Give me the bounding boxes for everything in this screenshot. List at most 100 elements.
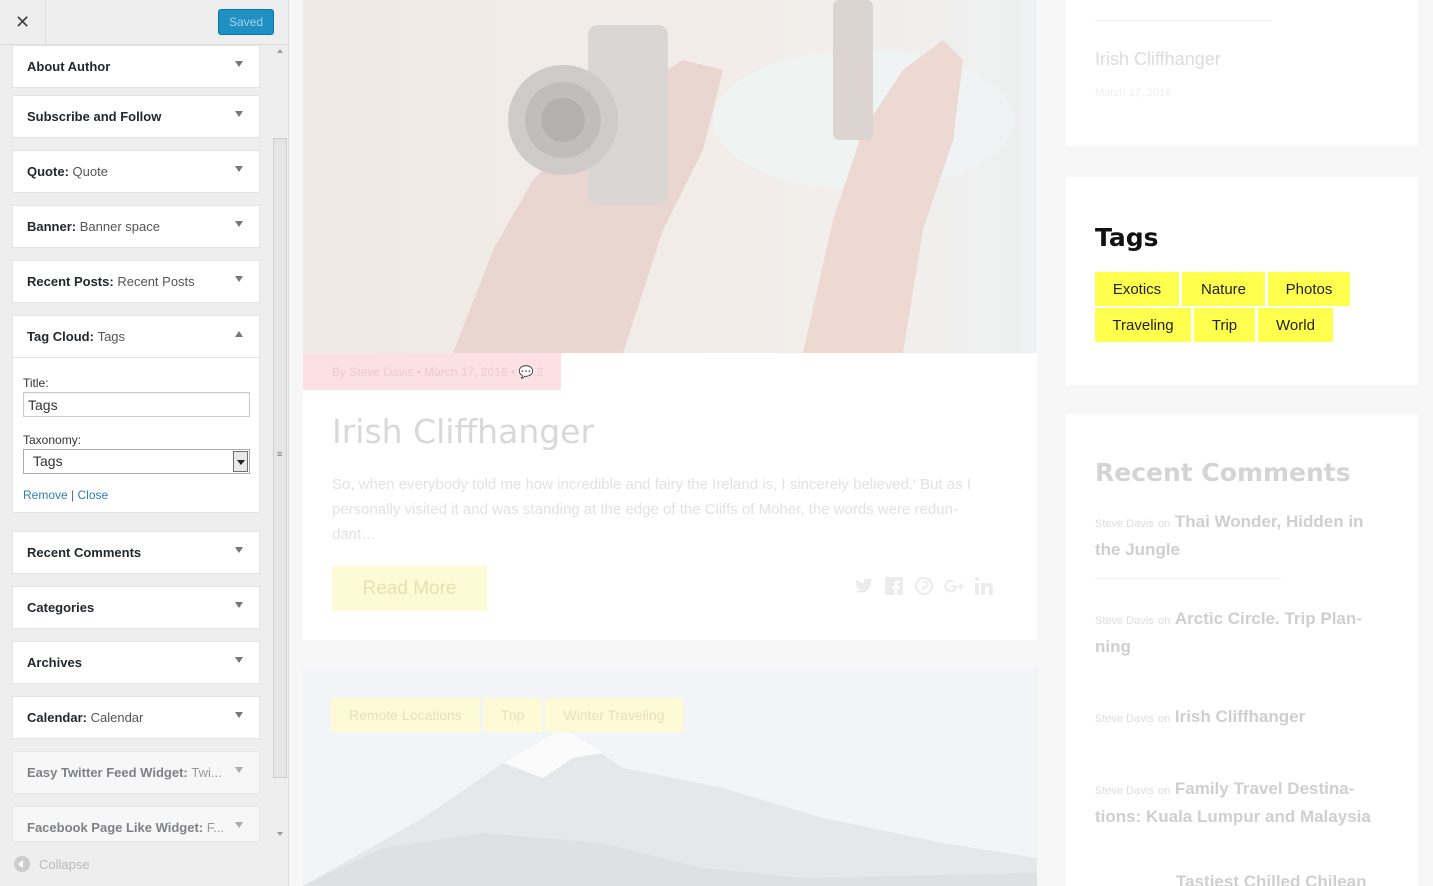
scroll-up-icon[interactable] <box>277 49 283 53</box>
twitter-icon[interactable] <box>854 576 874 596</box>
widget-actions: Remove | Close <box>23 488 249 502</box>
google-plus-icon[interactable] <box>944 576 964 596</box>
scroll-thumb[interactable]: ≡ <box>273 138 287 778</box>
widget-easy-twitter-feed[interactable]: Easy Twitter Feed Widget: Twi... <box>12 751 260 794</box>
widget-title[interactable]: Subscribe and Follow <box>13 96 259 137</box>
customizer-panel: ✕ Saved About Author Subscribe and Follo… <box>0 0 289 886</box>
collapse-icon <box>14 856 30 872</box>
widget-title[interactable]: About Author <box>13 46 259 87</box>
grip-icon: ≡ <box>277 449 283 459</box>
post-tags: Remote Locations Trip Winter Traveling <box>331 698 683 732</box>
comment-post-link[interactable]: Tastiest Chilled Chilean <box>1176 872 1367 886</box>
widget-title[interactable]: Recent Comments <box>13 532 259 573</box>
post-tag[interactable]: Winter Traveling <box>545 698 683 732</box>
chevron-down-icon[interactable] <box>235 276 243 282</box>
comment-item: Tastiest Chilled Chilean <box>1176 869 1433 886</box>
widget-recent-comments[interactable]: Recent Comments <box>12 531 260 574</box>
comment-item: Steve Davis on Irish Cliffhanger <box>1095 707 1306 726</box>
dropdown-arrow-icon[interactable] <box>233 451 248 472</box>
taxonomy-select-value: Tags <box>33 453 63 469</box>
chevron-down-icon[interactable] <box>235 547 243 553</box>
widget-title[interactable]: Banner: Banner space <box>13 206 259 247</box>
widget-calendar[interactable]: Calendar: Calendar <box>12 696 260 739</box>
title-label: Title: <box>23 376 49 390</box>
tag-link[interactable]: Photos <box>1268 272 1350 306</box>
recent-posts-widget: Irish Cliffhanger March 17, 2016 <box>1066 0 1418 146</box>
comment-item: Steve Davis on Thai Wonder, Hidden in th… <box>1095 512 1364 559</box>
post-card: By Steve Davis • March 17, 2016 • 💬 2 Ir… <box>303 0 1037 640</box>
widget-title[interactable]: Calendar: Calendar <box>13 697 259 738</box>
tag-link[interactable]: World <box>1258 308 1333 342</box>
recent-post-date: March 17, 2016 <box>1095 87 1172 99</box>
pinterest-icon[interactable] <box>914 576 934 596</box>
taxonomy-select[interactable]: Tags <box>23 449 250 474</box>
widget-title[interactable]: Tag Cloud: Tags <box>13 316 259 357</box>
save-button[interactable]: Saved <box>218 9 274 35</box>
tags-widget-title: Tags <box>1095 223 1159 252</box>
collapse-label: Collapse <box>39 856 90 872</box>
post-title[interactable]: Irish Cliffhanger <box>332 412 594 451</box>
post-card: Remote Locations Trip Winter Traveling <box>303 668 1037 886</box>
widget-banner[interactable]: Banner: Banner space <box>12 205 260 248</box>
post-tag[interactable]: Remote Locations <box>331 698 480 732</box>
chevron-down-icon[interactable] <box>235 221 243 227</box>
title-input[interactable] <box>23 392 250 417</box>
widget-title[interactable]: Archives <box>13 642 259 683</box>
chevron-down-icon[interactable] <box>235 61 243 67</box>
widget-title[interactable]: Quote: Quote <box>13 151 259 192</box>
widget-form: Title: Taxonomy: Tags Remove | Close <box>13 357 259 512</box>
share-icons <box>854 576 994 596</box>
linkedin-icon[interactable] <box>974 576 994 596</box>
tag-link[interactable]: Nature <box>1182 272 1265 306</box>
facebook-icon[interactable] <box>884 576 904 596</box>
widget-title[interactable]: Categories <box>13 587 259 628</box>
tag-link[interactable]: Exotics <box>1095 272 1179 306</box>
close-link[interactable]: Close <box>78 488 109 502</box>
remove-link[interactable]: Remove <box>23 488 68 502</box>
post-meta: By Steve Davis • March 17, 2016 • 💬 2 <box>303 353 561 390</box>
widget-title[interactable]: Recent Posts: Recent Posts <box>13 261 259 302</box>
widget-title[interactable]: Facebook Page Like Widget: F... <box>13 807 259 841</box>
comment-author[interactable]: Steve Davis <box>1095 713 1154 725</box>
chevron-down-icon[interactable] <box>235 712 243 718</box>
collapse-button[interactable]: Collapse <box>0 842 288 886</box>
tag-cloud-widget: Tags Exotics Nature Photos Traveling Tri… <box>1066 177 1418 385</box>
tag-link[interactable]: Trip <box>1194 308 1255 342</box>
read-more-button[interactable]: Read More <box>332 566 487 611</box>
tag-link[interactable]: Traveling <box>1095 308 1191 342</box>
divider <box>1095 578 1281 579</box>
post-excerpt: So, when everybody told me how incredibl… <box>332 476 972 543</box>
widget-about-author[interactable]: About Author <box>12 45 260 88</box>
comment-post-link[interactable]: Irish Cliffhanger <box>1175 707 1305 726</box>
panel-scrollbar[interactable]: ≡ <box>272 45 288 841</box>
widget-quote[interactable]: Quote: Quote <box>12 150 260 193</box>
widget-subscribe-and-follow[interactable]: Subscribe and Follow <box>12 95 260 138</box>
chevron-down-icon[interactable] <box>235 166 243 172</box>
chevron-down-icon[interactable] <box>235 657 243 663</box>
widget-tag-cloud[interactable]: Tag Cloud: Tags Title: Taxonomy: Tags Re… <box>12 315 260 513</box>
widget-recent-posts[interactable]: Recent Posts: Recent Posts <box>12 260 260 303</box>
widget-categories[interactable]: Categories <box>12 586 260 629</box>
action-separator: | <box>71 488 75 502</box>
chevron-down-icon[interactable] <box>235 822 243 828</box>
scroll-down-icon[interactable] <box>277 832 283 836</box>
chevron-down-icon[interactable] <box>235 602 243 608</box>
widget-facebook-page-like[interactable]: Facebook Page Like Widget: F... <box>12 806 260 842</box>
comment-author[interactable]: Steve Davis <box>1095 615 1154 627</box>
post-featured-image[interactable] <box>303 0 1037 353</box>
comment-item: Steve Davis on Family Travel Destina-tio… <box>1095 779 1371 826</box>
widget-title[interactable]: Easy Twitter Feed Widget: Twi... <box>13 752 259 793</box>
recent-post-link[interactable]: Irish Cliffhanger <box>1095 49 1221 70</box>
panel-header: ✕ Saved <box>0 0 288 45</box>
comment-author[interactable]: Steve Davis <box>1095 518 1154 530</box>
close-icon[interactable]: ✕ <box>0 0 46 45</box>
site-preview: By Steve Davis • March 17, 2016 • 💬 2 Ir… <box>289 0 1433 886</box>
comment-author[interactable]: Steve Davis <box>1095 785 1154 797</box>
comment-item: Steve Davis on Arctic Circle. Trip Plan-… <box>1095 609 1362 656</box>
post-tag[interactable]: Trip <box>482 698 543 732</box>
chevron-down-icon[interactable] <box>235 111 243 117</box>
chevron-up-icon[interactable] <box>235 331 243 337</box>
recent-comments-widget: Recent Comments Steve Davis on Thai Wond… <box>1066 414 1418 886</box>
chevron-down-icon[interactable] <box>235 767 243 773</box>
widget-archives[interactable]: Archives <box>12 641 260 684</box>
